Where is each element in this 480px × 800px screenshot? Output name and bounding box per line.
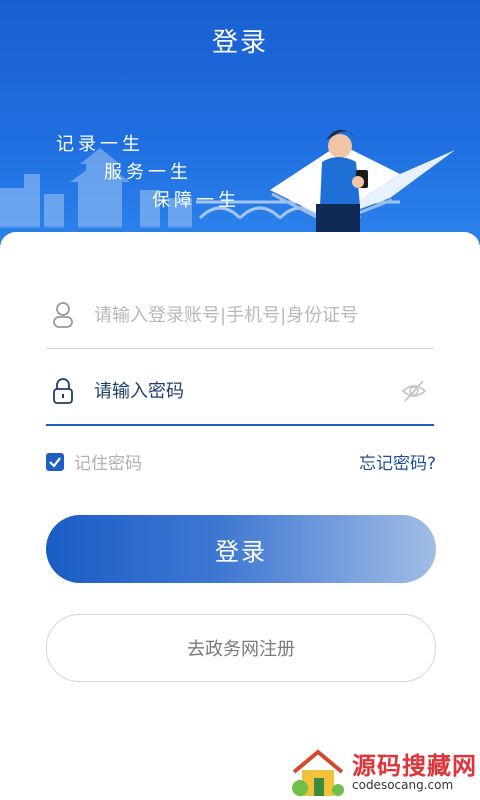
remember-label: 记住密码: [74, 454, 142, 474]
slogan-3: 保障一生: [152, 190, 240, 211]
watermark-title: 源码搜藏网: [352, 752, 477, 780]
remember-password[interactable]: 记住密码: [46, 449, 142, 474]
slogan-1: 记录一生: [56, 134, 144, 155]
house-logo-icon: [292, 749, 344, 796]
header-banner: 登录 记录一生 服务一生 保障一生: [0, 0, 480, 260]
username-input[interactable]: [92, 303, 386, 327]
check-icon: [49, 456, 61, 468]
remember-checkbox[interactable]: [46, 452, 64, 471]
lock-icon: [50, 376, 76, 406]
password-input[interactable]: [92, 379, 386, 403]
page-title: 登录: [211, 28, 268, 58]
banner-illustration: [0, 129, 480, 250]
eye-off-icon[interactable]: [400, 377, 428, 405]
login-button[interactable]: 登录: [46, 515, 436, 583]
slogan-2: 服务一生: [104, 162, 192, 183]
forgot-password-link[interactable]: 忘记密码?: [359, 449, 436, 474]
password-field: [46, 358, 434, 426]
user-icon: [50, 300, 76, 330]
watermark-subtitle: codesocang.com: [352, 778, 454, 792]
register-button[interactable]: 去政务网注册: [46, 614, 436, 682]
username-field: [46, 282, 434, 349]
watermark: 源码搜藏网 codesocang.com: [288, 744, 478, 800]
